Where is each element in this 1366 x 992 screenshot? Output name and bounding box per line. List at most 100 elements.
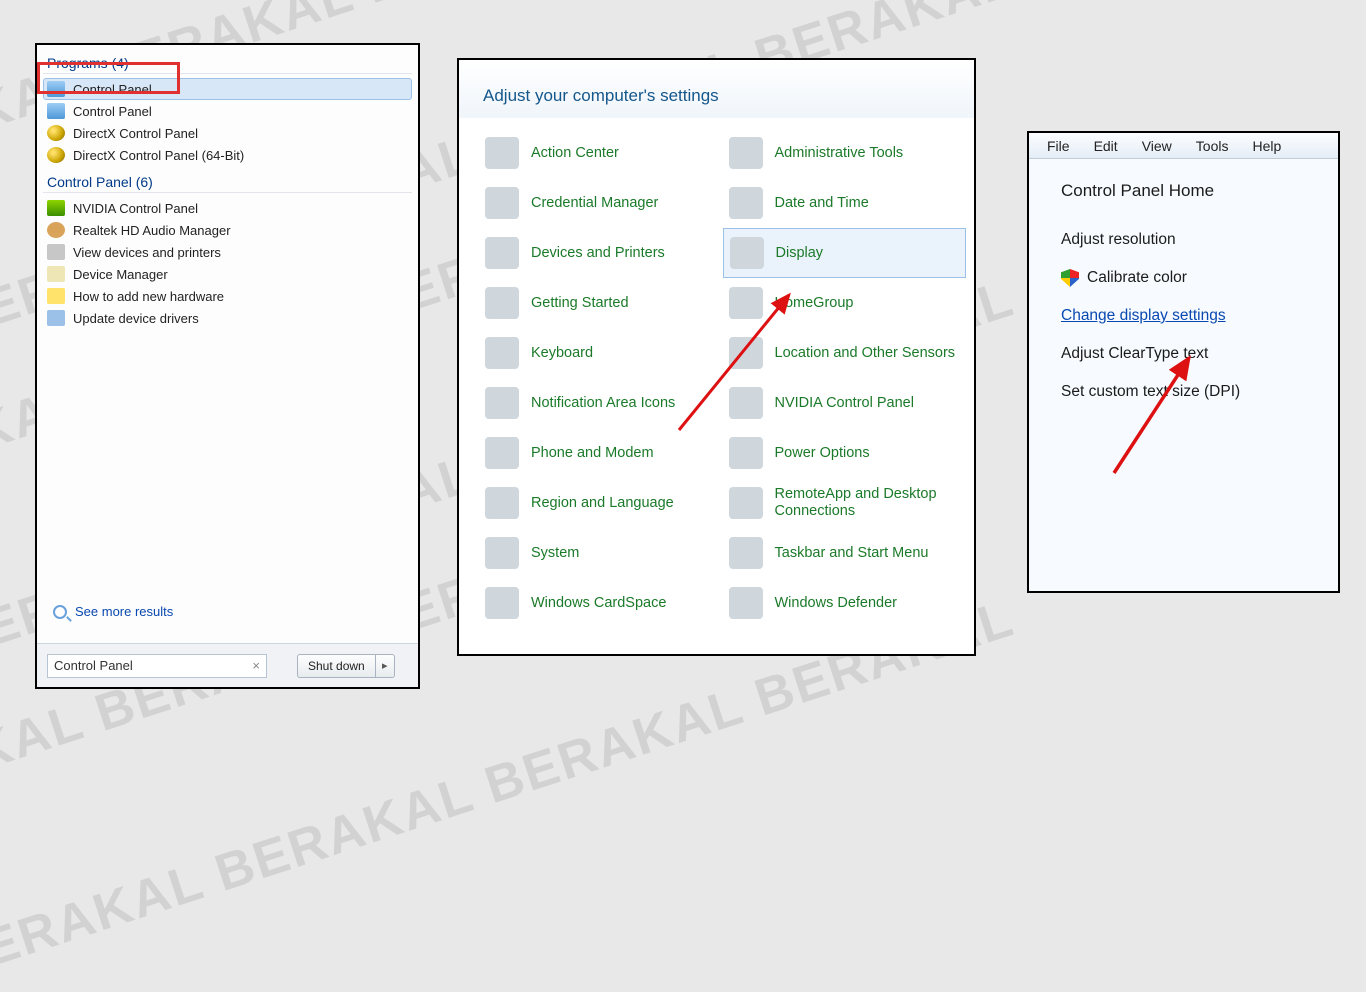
cp-applet-link[interactable]: Phone and Modem: [479, 428, 723, 478]
cp-category-item[interactable]: Device Manager: [43, 263, 412, 285]
cp-category-item[interactable]: How to add new hardware: [43, 285, 412, 307]
result-label: Control Panel: [73, 104, 152, 119]
applet-label: HomeGroup: [775, 295, 854, 312]
result-icon: [47, 103, 65, 119]
cp-applet-link[interactable]: Credential Manager: [479, 178, 723, 228]
applet-icon: [730, 237, 764, 269]
menu-edit[interactable]: Edit: [1082, 138, 1130, 154]
result-icon: [47, 222, 65, 238]
applet-icon: [729, 587, 763, 619]
applet-label: Date and Time: [775, 195, 869, 212]
display-task-link[interactable]: Adjust ClearType text: [1061, 345, 1320, 363]
divider: [43, 73, 412, 74]
cp-applet-link[interactable]: Date and Time: [723, 178, 967, 228]
result-icon: [47, 310, 65, 326]
menu-bar: FileEditViewToolsHelp: [1029, 133, 1338, 159]
display-task-link[interactable]: Adjust resolution: [1061, 231, 1320, 249]
applet-icon: [729, 337, 763, 369]
task-link-label: Change display settings: [1061, 307, 1226, 325]
cp-applet-link[interactable]: Keyboard: [479, 328, 723, 378]
cp-applet-link[interactable]: Region and Language: [479, 478, 723, 528]
result-label: View devices and printers: [73, 245, 221, 260]
menu-help[interactable]: Help: [1240, 138, 1293, 154]
applet-icon: [485, 537, 519, 569]
cp-applet-link[interactable]: NVIDIA Control Panel: [723, 378, 967, 428]
shutdown-options-arrow[interactable]: [375, 654, 395, 678]
result-icon: [47, 147, 65, 163]
applet-label: Keyboard: [531, 345, 593, 362]
result-label: Update device drivers: [73, 311, 199, 326]
applet-icon: [729, 487, 763, 519]
result-label: How to add new hardware: [73, 289, 224, 304]
applet-icon: [485, 337, 519, 369]
applet-icon: [485, 137, 519, 169]
cp-applet-link[interactable]: Taskbar and Start Menu: [723, 528, 967, 578]
cp-applet-link[interactable]: Windows Defender: [723, 578, 967, 628]
result-icon: [47, 288, 65, 304]
cp-applet-link[interactable]: HomeGroup: [723, 278, 967, 328]
menu-file[interactable]: File: [1035, 138, 1082, 154]
programs-item[interactable]: Control Panel: [43, 78, 412, 100]
shutdown-button[interactable]: Shut down: [297, 654, 375, 678]
applet-label: Power Options: [775, 445, 870, 462]
cp-applet-link[interactable]: Windows CardSpace: [479, 578, 723, 628]
search-icon: [53, 605, 67, 619]
cp-category-item[interactable]: Realtek HD Audio Manager: [43, 219, 412, 241]
applet-icon: [485, 187, 519, 219]
cp-applet-link[interactable]: Devices and Printers: [479, 228, 723, 278]
result-label: Device Manager: [73, 267, 168, 282]
cp-applet-link[interactable]: Location and Other Sensors: [723, 328, 967, 378]
search-footer: Control Panel × Shut down: [37, 643, 418, 687]
cp-applet-link[interactable]: Action Center: [479, 128, 723, 178]
task-link-label: Adjust resolution: [1061, 231, 1176, 249]
programs-item[interactable]: Control Panel: [43, 100, 412, 122]
task-link-label: Calibrate color: [1087, 269, 1187, 287]
result-label: Control Panel: [73, 82, 152, 97]
control-panel-home-link[interactable]: Control Panel Home: [1061, 181, 1320, 201]
display-task-link[interactable]: Calibrate color: [1061, 269, 1320, 287]
applet-icon: [729, 137, 763, 169]
cp-applet-link[interactable]: Administrative Tools: [723, 128, 967, 178]
applet-icon: [729, 187, 763, 219]
cp-applet-link[interactable]: System: [479, 528, 723, 578]
applet-icon: [729, 387, 763, 419]
applet-label: RemoteApp and Desktop Connections: [775, 486, 961, 519]
programs-item[interactable]: DirectX Control Panel (64-Bit): [43, 144, 412, 166]
cp-applet-link[interactable]: Display: [723, 228, 967, 278]
applet-icon: [485, 487, 519, 519]
display-task-link[interactable]: Set custom text size (DPI): [1061, 383, 1320, 401]
clear-search-icon[interactable]: ×: [252, 658, 260, 673]
applet-icon: [485, 237, 519, 269]
applet-label: Notification Area Icons: [531, 395, 675, 412]
applet-label: Administrative Tools: [775, 145, 904, 162]
task-link-label: Set custom text size (DPI): [1061, 383, 1240, 401]
cp-applet-link[interactable]: Notification Area Icons: [479, 378, 723, 428]
cp-category-item[interactable]: NVIDIA Control Panel: [43, 197, 412, 219]
display-task-link[interactable]: Change display settings: [1061, 307, 1320, 325]
applet-icon: [485, 387, 519, 419]
result-label: Realtek HD Audio Manager: [73, 223, 231, 238]
menu-tools[interactable]: Tools: [1184, 138, 1241, 154]
shutdown-split-button[interactable]: Shut down: [297, 654, 395, 678]
applet-icon: [729, 287, 763, 319]
programs-item[interactable]: DirectX Control Panel: [43, 122, 412, 144]
result-icon: [47, 266, 65, 282]
result-icon: [47, 81, 65, 97]
programs-header: Programs (4): [47, 55, 410, 71]
search-input-text: Control Panel: [54, 658, 133, 673]
applet-label: Getting Started: [531, 295, 629, 312]
cp-applet-link[interactable]: Power Options: [723, 428, 967, 478]
applet-icon: [485, 287, 519, 319]
search-input[interactable]: Control Panel ×: [47, 654, 267, 678]
see-more-results-link[interactable]: See more results: [53, 604, 173, 619]
cp-applet-link[interactable]: Getting Started: [479, 278, 723, 328]
applet-label: Location and Other Sensors: [775, 345, 956, 362]
cp-category-item[interactable]: Update device drivers: [43, 307, 412, 329]
result-label: NVIDIA Control Panel: [73, 201, 198, 216]
control-panel-header: Control Panel (6): [47, 174, 410, 190]
applet-label: Region and Language: [531, 495, 674, 512]
menu-view[interactable]: View: [1130, 138, 1184, 154]
cp-applet-link[interactable]: RemoteApp and Desktop Connections: [723, 478, 967, 528]
applet-label: NVIDIA Control Panel: [775, 395, 914, 412]
cp-category-item[interactable]: View devices and printers: [43, 241, 412, 263]
